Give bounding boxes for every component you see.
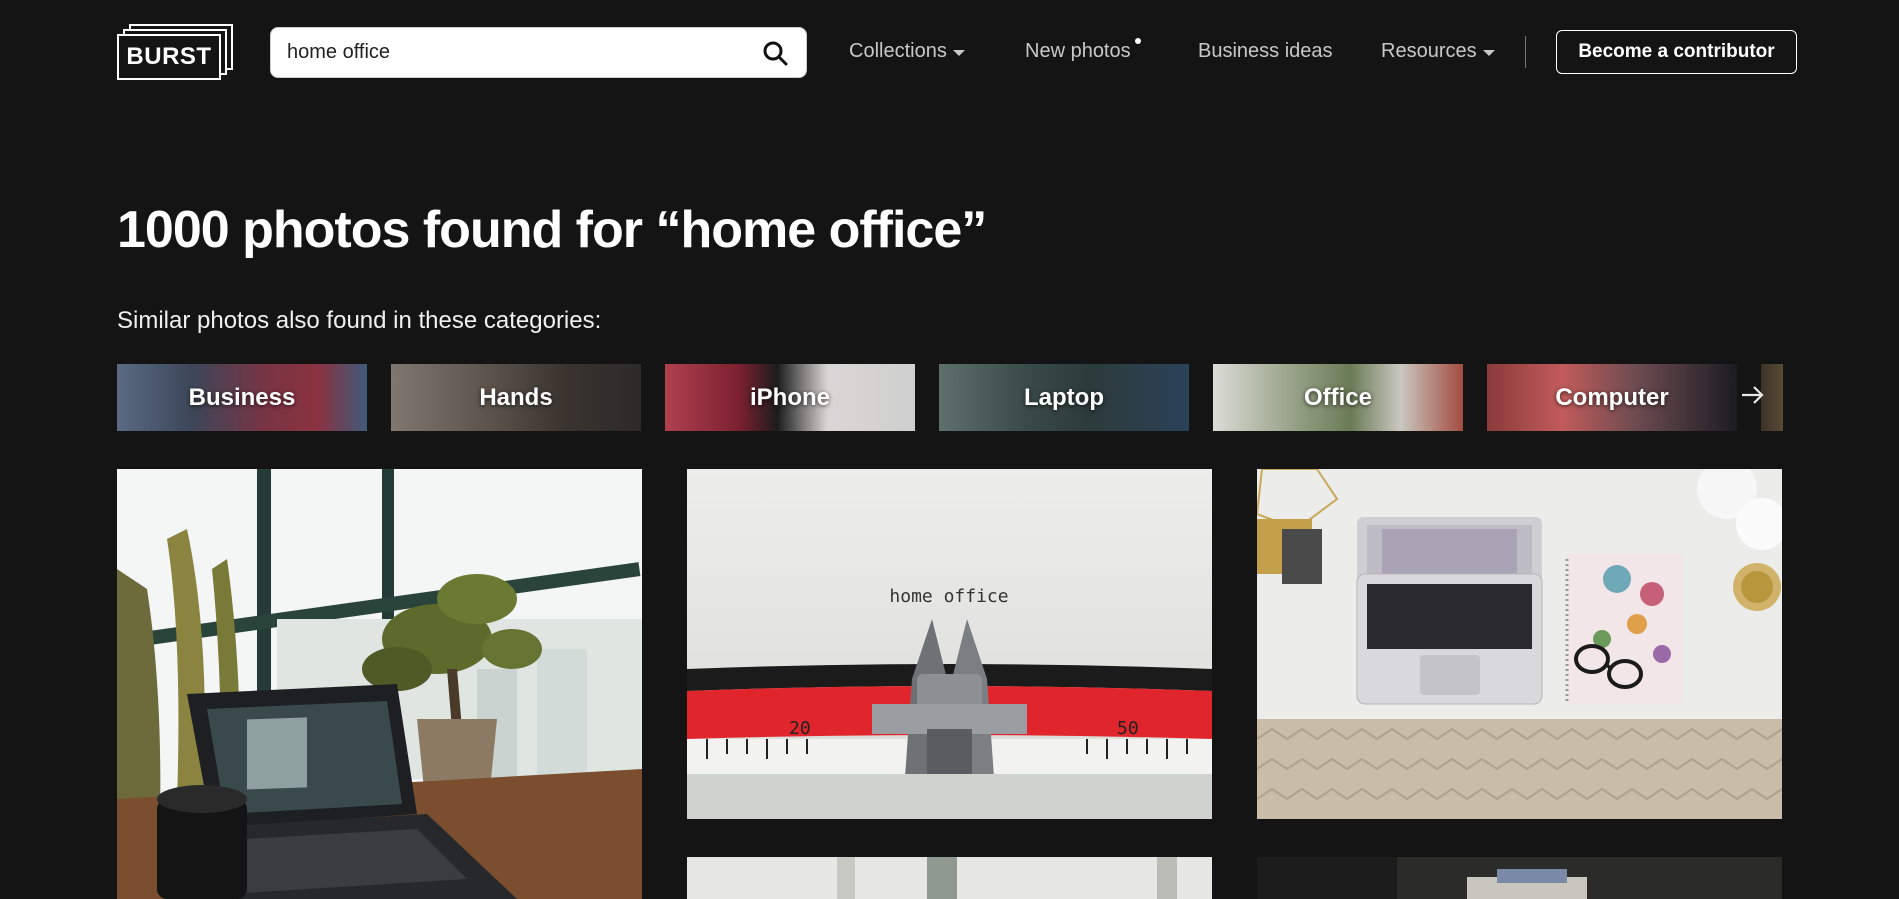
photo-image: home office 20 50	[687, 469, 1212, 819]
photo-laptop-desk-flatlay[interactable]	[1257, 469, 1782, 819]
nav-resources-label: Resources	[1381, 40, 1477, 62]
logo-plate-front: BURST	[117, 34, 221, 80]
category-label: Laptop	[1024, 383, 1104, 411]
logo-text: BURST	[126, 43, 212, 70]
category-label: Business	[188, 383, 296, 411]
ruler-number-left: 20	[789, 718, 811, 739]
burst-logo[interactable]: BURST	[117, 24, 235, 80]
category-laptop[interactable]: Laptop	[939, 364, 1189, 431]
search-bar	[270, 27, 807, 78]
search-icon[interactable]	[762, 40, 788, 66]
category-label: Computer	[1555, 383, 1669, 411]
results-title: 1000 photos found for “home office”	[117, 201, 987, 259]
typewriter-text: home office	[889, 586, 1008, 607]
photo-image	[1257, 469, 1782, 819]
new-indicator-dot	[1134, 38, 1141, 44]
category-hands[interactable]: Hands	[391, 364, 641, 431]
category-label: Hands	[479, 383, 553, 411]
nav-new-photos[interactable]: New photos	[1025, 38, 1141, 63]
category-label: iPhone	[749, 383, 830, 411]
arrow-right-icon[interactable]	[1738, 380, 1768, 410]
nav-collections[interactable]: Collections	[849, 40, 965, 63]
photo-laptop-plant-window[interactable]	[117, 469, 642, 899]
site-header: BURST Collections New photos Business id…	[0, 0, 1899, 105]
nav-resources[interactable]: Resources	[1381, 40, 1495, 63]
category-office[interactable]: Office	[1213, 364, 1463, 431]
photo-image	[687, 857, 1212, 899]
nav-divider	[1525, 36, 1526, 68]
category-business[interactable]: Business	[117, 364, 367, 431]
nav-business-ideas-label: Business ideas	[1198, 40, 1333, 62]
search-input[interactable]	[287, 28, 727, 77]
category-label: Office	[1303, 383, 1372, 411]
nav-business-ideas[interactable]: Business ideas	[1198, 40, 1333, 63]
photo-desk-workspace[interactable]	[1257, 857, 1782, 899]
chevron-down-icon	[1482, 49, 1495, 56]
photo-image	[1257, 857, 1782, 899]
chevron-down-icon	[952, 49, 965, 56]
category-computer[interactable]: Computer	[1487, 364, 1737, 431]
categories-subtitle: Similar photos also found in these categ…	[117, 307, 602, 334]
photo-window-room[interactable]	[687, 857, 1212, 899]
ruler-number-right: 50	[1117, 718, 1139, 739]
nav-collections-label: Collections	[849, 40, 947, 62]
photo-typewriter-home-office[interactable]: home office 20 50	[687, 469, 1212, 819]
nav-new-photos-label: New photos	[1025, 40, 1131, 62]
category-iphone[interactable]: iPhone	[665, 364, 915, 431]
photo-image	[117, 469, 642, 899]
become-contributor-button[interactable]: Become a contributor	[1556, 30, 1797, 74]
